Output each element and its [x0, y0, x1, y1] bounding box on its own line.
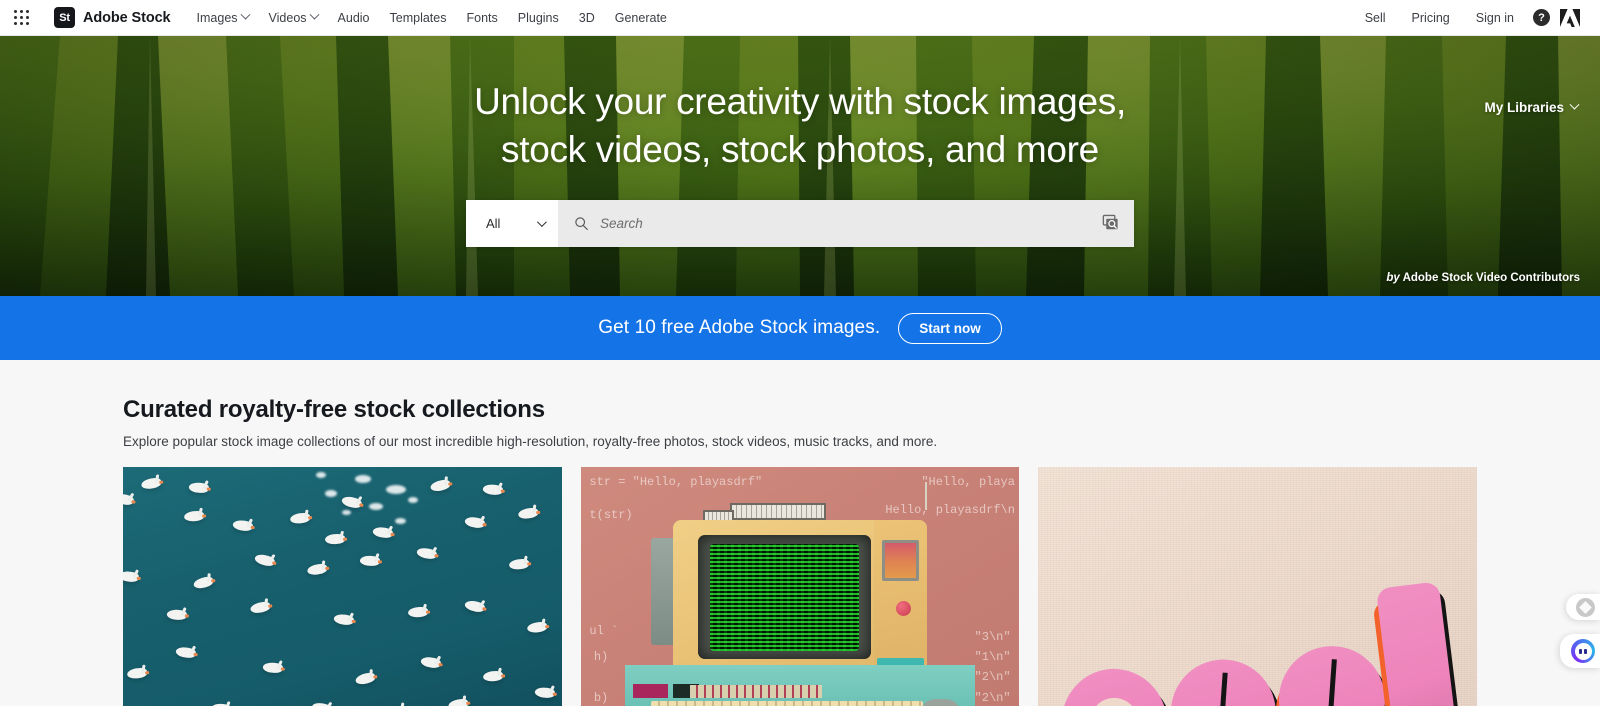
- hero-title: Unlock your creativity with stock images…: [474, 78, 1126, 174]
- search-field-wrapper: [558, 200, 1134, 248]
- adobe-stock-brand-logo[interactable]: St Adobe Stock: [54, 7, 171, 28]
- collection-card-grid: str = "Hello, playasdrf" t(str) ul ` h) …: [123, 467, 1477, 706]
- collection-card-swans[interactable]: [123, 467, 562, 706]
- nav-item-fonts[interactable]: Fonts: [457, 5, 508, 31]
- app-grid-icon[interactable]: [10, 7, 32, 29]
- help-icon[interactable]: ?: [1533, 9, 1550, 26]
- search-bar: All: [466, 200, 1134, 248]
- start-now-button[interactable]: Start now: [898, 312, 1002, 344]
- nav-item-plugins[interactable]: Plugins: [508, 5, 569, 31]
- nav-item-templates[interactable]: Templates: [380, 5, 457, 31]
- promo-banner: Get 10 free Adobe Stock images. Start no…: [0, 296, 1600, 360]
- search-category-value: All: [486, 216, 501, 232]
- my-libraries-button[interactable]: My Libraries: [1484, 99, 1580, 115]
- search-category-select[interactable]: All: [466, 200, 558, 248]
- hero-attribution: by Adobe Stock Video Contributors: [1386, 272, 1580, 284]
- nav-label: Images: [196, 10, 238, 25]
- search-icon: [575, 217, 588, 231]
- nav-item-3d[interactable]: 3D: [569, 5, 605, 31]
- collection-card-retro-computer[interactable]: str = "Hello, playasdrf" t(str) ul ` h) …: [580, 467, 1020, 706]
- nav-item-sell[interactable]: Sell: [1352, 5, 1399, 31]
- visual-search-icon[interactable]: [1101, 214, 1120, 233]
- nav-item-pricing[interactable]: Pricing: [1399, 5, 1463, 31]
- chevron-down-icon: [1569, 99, 1580, 110]
- nav-item-generate[interactable]: Generate: [605, 5, 677, 31]
- retro-computer-image: str = "Hello, playasdrf" t(str) ul ` h) …: [580, 467, 1020, 706]
- chevron-down-icon: [240, 9, 250, 20]
- assistant-face-icon: [1571, 639, 1595, 663]
- nav-item-sign-in[interactable]: Sign in: [1463, 5, 1527, 31]
- assistant-widget[interactable]: [1560, 634, 1600, 668]
- attribution-name: Adobe Stock Video Contributors: [1402, 272, 1580, 284]
- swans-image: [123, 467, 562, 706]
- secondary-nav: Sell Pricing Sign in ?: [1352, 5, 1582, 31]
- nav-item-videos[interactable]: Videos: [259, 5, 328, 31]
- my-libraries-label: My Libraries: [1484, 100, 1564, 115]
- section-subtitle: Explore popular stock image collections …: [123, 434, 938, 449]
- hero-title-line-1: Unlock your creativity with stock images…: [474, 81, 1126, 122]
- nav-label: Videos: [268, 10, 307, 25]
- nav-item-images[interactable]: Images: [187, 5, 259, 31]
- attribution-prefix: by: [1386, 272, 1400, 284]
- top-navigation-bar: St Adobe Stock Images Videos Audio Templ…: [0, 0, 1600, 36]
- chevron-down-icon: [536, 217, 547, 228]
- promo-text: Get 10 free Adobe Stock images.: [598, 317, 881, 338]
- stock-badge-icon: St: [54, 7, 75, 28]
- collection-card-cool-typography[interactable]: [1038, 467, 1477, 706]
- search-input[interactable]: [600, 216, 1090, 232]
- hero-banner: My Libraries Unlock your creativity with…: [0, 36, 1600, 296]
- hero-title-line-2: stock videos, stock photos, and more: [501, 129, 1099, 171]
- chevron-down-icon: [309, 9, 319, 20]
- diamond-icon: [1575, 597, 1595, 617]
- cool-typography-image: [1038, 467, 1477, 706]
- primary-nav: Images Videos Audio Templates Fonts Plug…: [187, 5, 677, 31]
- diamond-widget[interactable]: [1566, 594, 1600, 620]
- brand-name-label: Adobe Stock: [83, 9, 171, 26]
- main-content: Curated royalty-free stock collections E…: [0, 360, 1600, 706]
- adobe-logo-icon[interactable]: [1560, 8, 1580, 27]
- section-title: Curated royalty-free stock collections: [123, 396, 545, 423]
- nav-item-audio[interactable]: Audio: [328, 5, 380, 31]
